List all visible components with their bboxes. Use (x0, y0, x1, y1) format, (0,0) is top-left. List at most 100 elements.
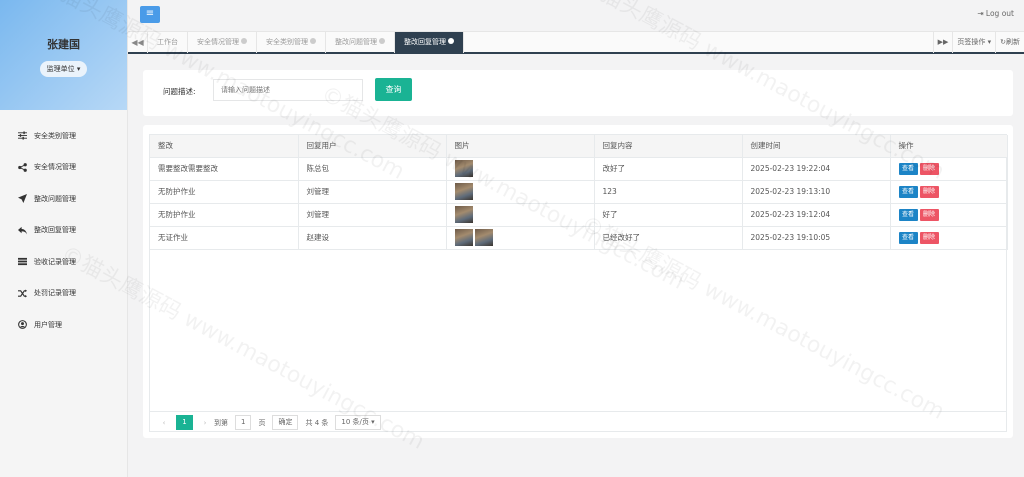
cell-user: 陈总包 (298, 157, 447, 181)
photo-thumbnail[interactable] (454, 160, 473, 177)
cell-images (446, 157, 595, 181)
sidebar-item-label: 用户管理 (34, 320, 62, 329)
refresh-button[interactable]: ↻刷新 (995, 32, 1024, 53)
cell-actions: 查看 删除 (890, 203, 1008, 227)
column-header[interactable]: 图片 (446, 135, 595, 158)
search-label: 问题描述: (163, 87, 196, 96)
page-jump-confirm-button[interactable]: 确定 (272, 415, 299, 430)
sidebar-item-rectify-reply[interactable]: 整改回复管理 (0, 215, 127, 247)
cell-actions: 查看 删除 (890, 226, 1008, 250)
logout-label: Log out (985, 9, 1014, 18)
view-button[interactable]: 查看 (898, 162, 918, 175)
cell-actions: 查看 删除 (890, 180, 1008, 204)
page-ops-label: 页签操作 (957, 38, 986, 46)
table-row[interactable]: 无证作业 赵建设 已经改好了 2025-02-23 19:10:05 查看 删除 (150, 226, 1008, 250)
cell-actions: 查看 删除 (890, 157, 1008, 181)
column-header[interactable]: 回复内容 (594, 135, 743, 158)
role-dropdown[interactable]: 监理单位 ▾ (39, 61, 88, 77)
role-label: 监理单位 (46, 65, 75, 73)
total-count: 共 4 条 (305, 418, 329, 427)
tabs: 工作台 安全情况管理 安全类别管理 整改问题管理 整改回复管理 (148, 32, 464, 53)
table-row[interactable]: 需要整改需要整改 陈总包 改好了 2025-02-23 19:22:04 查看删… (150, 157, 1008, 181)
cell-content: 改好了 (594, 157, 743, 181)
sidebar-item-safety-category[interactable]: 安全类别管理 (0, 120, 127, 152)
delete-button[interactable]: 删除 (919, 162, 939, 175)
tab-label: 安全类别管理 (266, 38, 308, 46)
sign-out-icon: ⇥ (977, 9, 984, 18)
caret-down-icon: ▾ (987, 38, 992, 46)
view-button[interactable]: 查看 (898, 208, 918, 221)
table-row[interactable]: 无防护作业 刘管理 好了 2025-02-23 19:12:04 查看 删除 (150, 203, 1008, 227)
column-header[interactable]: 回复用户 (298, 135, 447, 158)
page-size-select[interactable]: 10 条/页 ▾ (335, 415, 381, 430)
page-ops-dropdown[interactable]: 页签操作 ▾ (952, 32, 995, 53)
photo-thumbnail[interactable] (454, 206, 473, 223)
column-header[interactable]: 整改 (150, 135, 299, 158)
cell-images (446, 203, 595, 227)
cell-images (446, 226, 595, 250)
goto-label: 到第 (214, 418, 228, 427)
caret-down-icon: ▾ (76, 65, 81, 73)
tab-tools: ▶▶ 页签操作 ▾ ↻刷新 (932, 32, 1024, 53)
page-unit-label: 页 (258, 418, 266, 427)
sidebar-item-label: 安全情况管理 (34, 163, 76, 172)
tab-rectify-reply[interactable]: 整改回复管理 (395, 32, 464, 53)
logout-link[interactable]: ⇥ Log out (977, 9, 1014, 18)
column-header[interactable]: 创建时间 (742, 135, 891, 158)
sidebar-item-safety-status[interactable]: 安全情况管理 (0, 152, 127, 184)
delete-button[interactable]: 删除 (919, 231, 939, 244)
cell-content: 123 (594, 180, 743, 204)
table-panel: 整改 回复用户 图片 回复内容 创建时间 操作 需要整改需要整改 陈总包 改好了… (143, 125, 1013, 438)
sidebar-item-user-management[interactable]: 用户管理 (0, 309, 127, 341)
cell-time: 2025-02-23 19:12:04 (742, 203, 891, 227)
sidebar-item-acceptance-record[interactable]: 验收记录管理 (0, 246, 127, 278)
page-number-current[interactable]: 1 (176, 415, 193, 430)
close-icon[interactable] (379, 38, 385, 44)
user-name: 张建国 (47, 38, 80, 51)
cell-issue: 无防护作业 (150, 180, 299, 204)
view-button[interactable]: 查看 (898, 231, 918, 244)
sidebar-item-penalty-record[interactable]: 处罚记录管理 (0, 278, 127, 310)
search-input[interactable] (213, 79, 363, 101)
tab-workbench[interactable]: 工作台 (148, 32, 188, 53)
view-button[interactable]: 查看 (898, 185, 918, 198)
cell-issue: 无防护作业 (150, 203, 299, 227)
delete-button[interactable]: 删除 (919, 208, 939, 221)
tabs-scroll-left-button[interactable]: ◀◀ (128, 32, 148, 53)
next-page-icon[interactable]: › (199, 419, 211, 427)
profile-panel: 张建国 监理单位 ▾ (0, 0, 127, 110)
share-icon (18, 162, 27, 172)
photo-thumbnail[interactable] (454, 183, 473, 200)
cell-user: 赵建设 (298, 226, 447, 250)
tab-label: 工作台 (157, 38, 178, 46)
sidebar-item-label: 安全类别管理 (34, 131, 76, 140)
shuffle-icon (18, 289, 27, 298)
delete-button[interactable]: 删除 (919, 185, 939, 198)
close-icon[interactable] (241, 38, 247, 44)
sidebar-item-rectify-issue[interactable]: 整改问题管理 (0, 183, 127, 215)
cell-user: 刘管理 (298, 180, 447, 204)
hamburger-icon: ≡ (145, 8, 155, 19)
close-icon[interactable] (448, 38, 454, 44)
table-row[interactable]: 无防护作业 刘管理 123 2025-02-23 19:13:10 查看 删除 (150, 180, 1008, 204)
table-header-row: 整改 回复用户 图片 回复内容 创建时间 操作 (150, 135, 1008, 158)
search-panel: 问题描述: 查询 (143, 70, 1013, 116)
sidebar-item-label: 验收记录管理 (34, 257, 76, 266)
close-icon[interactable] (310, 38, 316, 44)
page-jump-input[interactable]: 1 (235, 415, 252, 430)
top-header: ≡ ⇥ Log out (128, 0, 1024, 31)
menu-toggle-button[interactable]: ≡ (140, 6, 160, 23)
list-icon (18, 258, 27, 266)
photo-thumbnail[interactable] (454, 229, 473, 246)
tab-safety-category[interactable]: 安全类别管理 (257, 32, 326, 53)
cell-issue: 需要整改需要整改 (150, 157, 299, 181)
search-button[interactable]: 查询 (375, 78, 412, 101)
tab-rectify-issue[interactable]: 整改问题管理 (326, 32, 395, 53)
cell-time: 2025-02-23 19:10:05 (742, 226, 891, 250)
cell-content: 已经改好了 (594, 226, 743, 250)
tabs-scroll-right-button[interactable]: ▶▶ (932, 32, 953, 53)
photo-thumbnail[interactable] (474, 229, 493, 246)
tab-safety-status[interactable]: 安全情况管理 (188, 32, 257, 53)
prev-page-icon[interactable]: ‹ (158, 419, 170, 427)
column-header: 操作 (890, 135, 1008, 158)
